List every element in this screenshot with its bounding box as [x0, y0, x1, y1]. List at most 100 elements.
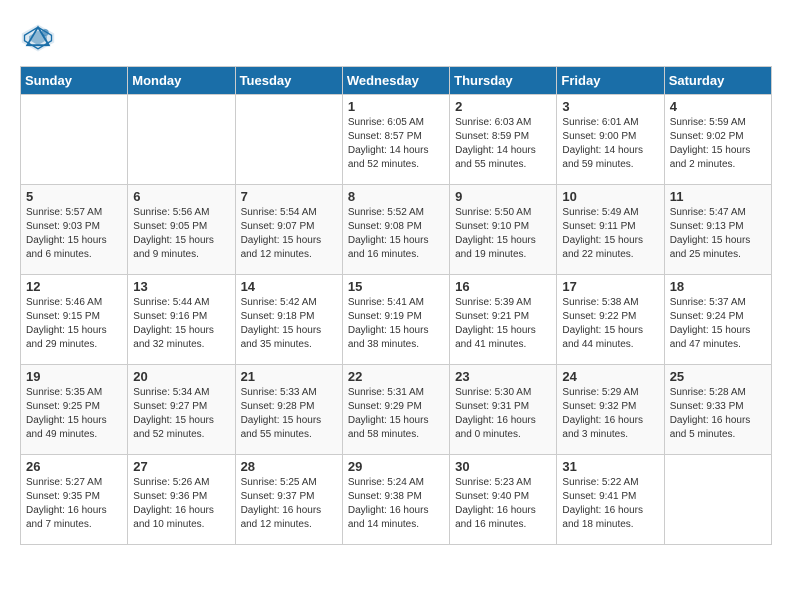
- day-number: 25: [670, 369, 766, 384]
- day-number: 12: [26, 279, 122, 294]
- day-info: Sunrise: 5:44 AM Sunset: 9:16 PM Dayligh…: [133, 296, 229, 352]
- calendar-cell: 8 Sunrise: 5:52 AM Sunset: 9:08 PM Daylig…: [342, 185, 449, 275]
- day-info: Sunrise: 5:42 AM Sunset: 9:18 PM Dayligh…: [241, 296, 337, 352]
- day-info: Sunrise: 5:47 AM Sunset: 9:13 PM Dayligh…: [670, 206, 766, 262]
- day-number: 3: [562, 99, 658, 114]
- day-info: Sunrise: 5:52 AM Sunset: 9:08 PM Dayligh…: [348, 206, 444, 262]
- day-info: Sunrise: 5:24 AM Sunset: 9:38 PM Dayligh…: [348, 476, 444, 532]
- calendar-cell: 27 Sunrise: 5:26 AM Sunset: 9:36 PM Dayli…: [128, 455, 235, 545]
- day-info: Sunrise: 5:23 AM Sunset: 9:40 PM Dayligh…: [455, 476, 551, 532]
- day-info: Sunrise: 5:49 AM Sunset: 9:11 PM Dayligh…: [562, 206, 658, 262]
- calendar-cell: [128, 95, 235, 185]
- header-sunday: Sunday: [21, 67, 128, 95]
- day-number: 10: [562, 189, 658, 204]
- day-info: Sunrise: 5:27 AM Sunset: 9:35 PM Dayligh…: [26, 476, 122, 532]
- header-tuesday: Tuesday: [235, 67, 342, 95]
- day-number: 9: [455, 189, 551, 204]
- day-info: Sunrise: 5:41 AM Sunset: 9:19 PM Dayligh…: [348, 296, 444, 352]
- calendar-cell: 29 Sunrise: 5:24 AM Sunset: 9:38 PM Dayli…: [342, 455, 449, 545]
- calendar-cell: 20Sunrise: 5:34 AM Sunset: 9:27 PM Dayli…: [128, 365, 235, 455]
- calendar-cell: 25 Sunrise: 5:28 AM Sunset: 9:33 PM Dayli…: [664, 365, 771, 455]
- day-number: 23: [455, 369, 551, 384]
- day-number: 21: [241, 369, 337, 384]
- day-number: 19: [26, 369, 122, 384]
- header-monday: Monday: [128, 67, 235, 95]
- day-number: 4: [670, 99, 766, 114]
- day-number: 28: [241, 459, 337, 474]
- day-number: 13: [133, 279, 229, 294]
- day-number: 8: [348, 189, 444, 204]
- calendar-cell: 4 Sunrise: 5:59 AM Sunset: 9:02 PM Daylig…: [664, 95, 771, 185]
- header-saturday: Saturday: [664, 67, 771, 95]
- calendar-table: SundayMondayTuesdayWednesdayThursdayFrid…: [20, 66, 772, 545]
- day-number: 18: [670, 279, 766, 294]
- day-info: Sunrise: 5:29 AM Sunset: 9:32 PM Dayligh…: [562, 386, 658, 442]
- calendar-cell: 31Sunrise: 5:22 AM Sunset: 9:41 PM Dayli…: [557, 455, 664, 545]
- day-number: 26: [26, 459, 122, 474]
- day-info: Sunrise: 5:57 AM Sunset: 9:03 PM Dayligh…: [26, 206, 122, 262]
- day-number: 22: [348, 369, 444, 384]
- day-info: Sunrise: 5:33 AM Sunset: 9:28 PM Dayligh…: [241, 386, 337, 442]
- calendar-cell: 6 Sunrise: 5:56 AM Sunset: 9:05 PM Daylig…: [128, 185, 235, 275]
- page-header: [20, 20, 772, 56]
- header-wednesday: Wednesday: [342, 67, 449, 95]
- calendar-cell: 21 Sunrise: 5:33 AM Sunset: 9:28 PM Dayli…: [235, 365, 342, 455]
- calendar-cell: 14Sunrise: 5:42 AM Sunset: 9:18 PM Dayli…: [235, 275, 342, 365]
- calendar-cell: 11Sunrise: 5:47 AM Sunset: 9:13 PM Dayli…: [664, 185, 771, 275]
- calendar-cell: 5 Sunrise: 5:57 AM Sunset: 9:03 PM Daylig…: [21, 185, 128, 275]
- header-friday: Friday: [557, 67, 664, 95]
- day-number: 6: [133, 189, 229, 204]
- day-number: 30: [455, 459, 551, 474]
- week-row-2: 5 Sunrise: 5:57 AM Sunset: 9:03 PM Daylig…: [21, 185, 772, 275]
- header-thursday: Thursday: [450, 67, 557, 95]
- day-info: Sunrise: 6:03 AM Sunset: 8:59 PM Dayligh…: [455, 116, 551, 172]
- week-row-4: 19 Sunrise: 5:35 AM Sunset: 9:25 PM Dayli…: [21, 365, 772, 455]
- day-info: Sunrise: 5:56 AM Sunset: 9:05 PM Dayligh…: [133, 206, 229, 262]
- calendar-cell: [664, 455, 771, 545]
- week-row-3: 12 Sunrise: 5:46 AM Sunset: 9:15 PM Dayli…: [21, 275, 772, 365]
- day-info: Sunrise: 5:37 AM Sunset: 9:24 PM Dayligh…: [670, 296, 766, 352]
- week-row-1: 1Sunrise: 6:05 AM Sunset: 8:57 PM Daylig…: [21, 95, 772, 185]
- calendar-cell: 9 Sunrise: 5:50 AM Sunset: 9:10 PM Daylig…: [450, 185, 557, 275]
- day-info: Sunrise: 5:28 AM Sunset: 9:33 PM Dayligh…: [670, 386, 766, 442]
- calendar-cell: 17Sunrise: 5:38 AM Sunset: 9:22 PM Dayli…: [557, 275, 664, 365]
- day-number: 2: [455, 99, 551, 114]
- day-number: 5: [26, 189, 122, 204]
- calendar-cell: 13 Sunrise: 5:44 AM Sunset: 9:16 PM Dayli…: [128, 275, 235, 365]
- calendar-cell: 18 Sunrise: 5:37 AM Sunset: 9:24 PM Dayli…: [664, 275, 771, 365]
- day-info: Sunrise: 5:25 AM Sunset: 9:37 PM Dayligh…: [241, 476, 337, 532]
- day-info: Sunrise: 5:54 AM Sunset: 9:07 PM Dayligh…: [241, 206, 337, 262]
- day-info: Sunrise: 5:22 AM Sunset: 9:41 PM Dayligh…: [562, 476, 658, 532]
- header-row: SundayMondayTuesdayWednesdayThursdayFrid…: [21, 67, 772, 95]
- day-info: Sunrise: 5:46 AM Sunset: 9:15 PM Dayligh…: [26, 296, 122, 352]
- calendar-cell: 28 Sunrise: 5:25 AM Sunset: 9:37 PM Dayli…: [235, 455, 342, 545]
- day-info: Sunrise: 5:34 AM Sunset: 9:27 PM Dayligh…: [133, 386, 229, 442]
- day-info: Sunrise: 6:01 AM Sunset: 9:00 PM Dayligh…: [562, 116, 658, 172]
- calendar-cell: 23 Sunrise: 5:30 AM Sunset: 9:31 PM Dayli…: [450, 365, 557, 455]
- logo: [20, 20, 60, 56]
- calendar-cell: 24Sunrise: 5:29 AM Sunset: 9:32 PM Dayli…: [557, 365, 664, 455]
- logo-icon: [20, 20, 56, 56]
- calendar-cell: 22 Sunrise: 5:31 AM Sunset: 9:29 PM Dayli…: [342, 365, 449, 455]
- day-info: Sunrise: 5:30 AM Sunset: 9:31 PM Dayligh…: [455, 386, 551, 442]
- calendar-cell: 3 Sunrise: 6:01 AM Sunset: 9:00 PM Daylig…: [557, 95, 664, 185]
- calendar-cell: 15 Sunrise: 5:41 AM Sunset: 9:19 PM Dayli…: [342, 275, 449, 365]
- day-number: 7: [241, 189, 337, 204]
- calendar-cell: [235, 95, 342, 185]
- day-info: Sunrise: 5:59 AM Sunset: 9:02 PM Dayligh…: [670, 116, 766, 172]
- day-info: Sunrise: 5:38 AM Sunset: 9:22 PM Dayligh…: [562, 296, 658, 352]
- calendar-cell: 7 Sunrise: 5:54 AM Sunset: 9:07 PM Daylig…: [235, 185, 342, 275]
- calendar-cell: 10 Sunrise: 5:49 AM Sunset: 9:11 PM Dayli…: [557, 185, 664, 275]
- day-number: 27: [133, 459, 229, 474]
- calendar-cell: [21, 95, 128, 185]
- calendar-cell: 19 Sunrise: 5:35 AM Sunset: 9:25 PM Dayli…: [21, 365, 128, 455]
- calendar-cell: 30 Sunrise: 5:23 AM Sunset: 9:40 PM Dayli…: [450, 455, 557, 545]
- day-info: Sunrise: 5:26 AM Sunset: 9:36 PM Dayligh…: [133, 476, 229, 532]
- day-number: 15: [348, 279, 444, 294]
- day-number: 29: [348, 459, 444, 474]
- calendar-cell: 2 Sunrise: 6:03 AM Sunset: 8:59 PM Daylig…: [450, 95, 557, 185]
- day-info: Sunrise: 5:50 AM Sunset: 9:10 PM Dayligh…: [455, 206, 551, 262]
- calendar-cell: 16Sunrise: 5:39 AM Sunset: 9:21 PM Dayli…: [450, 275, 557, 365]
- day-info: Sunrise: 5:35 AM Sunset: 9:25 PM Dayligh…: [26, 386, 122, 442]
- day-info: Sunrise: 5:31 AM Sunset: 9:29 PM Dayligh…: [348, 386, 444, 442]
